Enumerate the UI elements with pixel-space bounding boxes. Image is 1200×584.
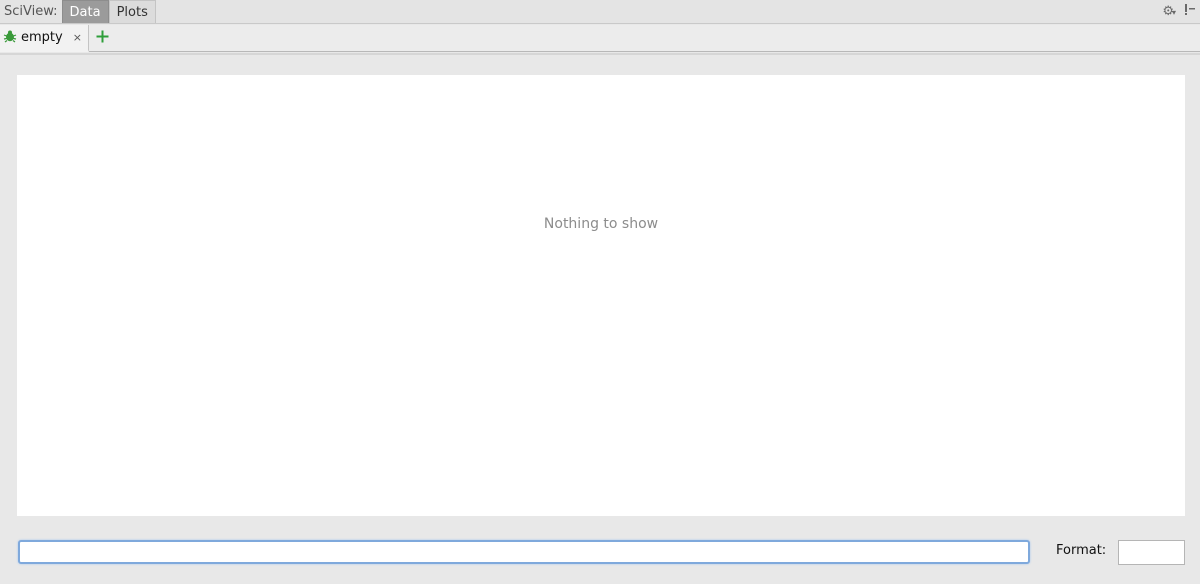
add-tab-button[interactable] — [89, 25, 117, 51]
sciview-header: SciView: Data Plots ⚙▾ — [0, 0, 1200, 24]
close-icon[interactable]: × — [73, 31, 82, 44]
tab-plots[interactable]: Plots — [108, 0, 156, 23]
data-tabstrip: empty × — [0, 25, 1200, 52]
format-input[interactable] — [1118, 540, 1185, 565]
tab-label: empty — [21, 30, 63, 45]
gear-icon[interactable]: ⚙▾ — [1162, 0, 1176, 25]
slice-input[interactable] — [18, 540, 1030, 564]
python-bug-icon — [3, 29, 17, 47]
header-actions: ⚙▾ — [1162, 0, 1196, 24]
empty-message: Nothing to show — [543, 216, 659, 232]
plus-icon — [96, 30, 109, 47]
hide-icon[interactable] — [1184, 0, 1196, 24]
format-label: Format: — [1056, 543, 1107, 558]
tab-empty[interactable]: empty × — [0, 25, 89, 52]
data-viewer-panel: Nothing to show — [17, 75, 1185, 516]
tab-data[interactable]: Data — [61, 0, 109, 23]
divider — [0, 53, 1200, 55]
sciview-title: SciView: — [4, 3, 58, 19]
